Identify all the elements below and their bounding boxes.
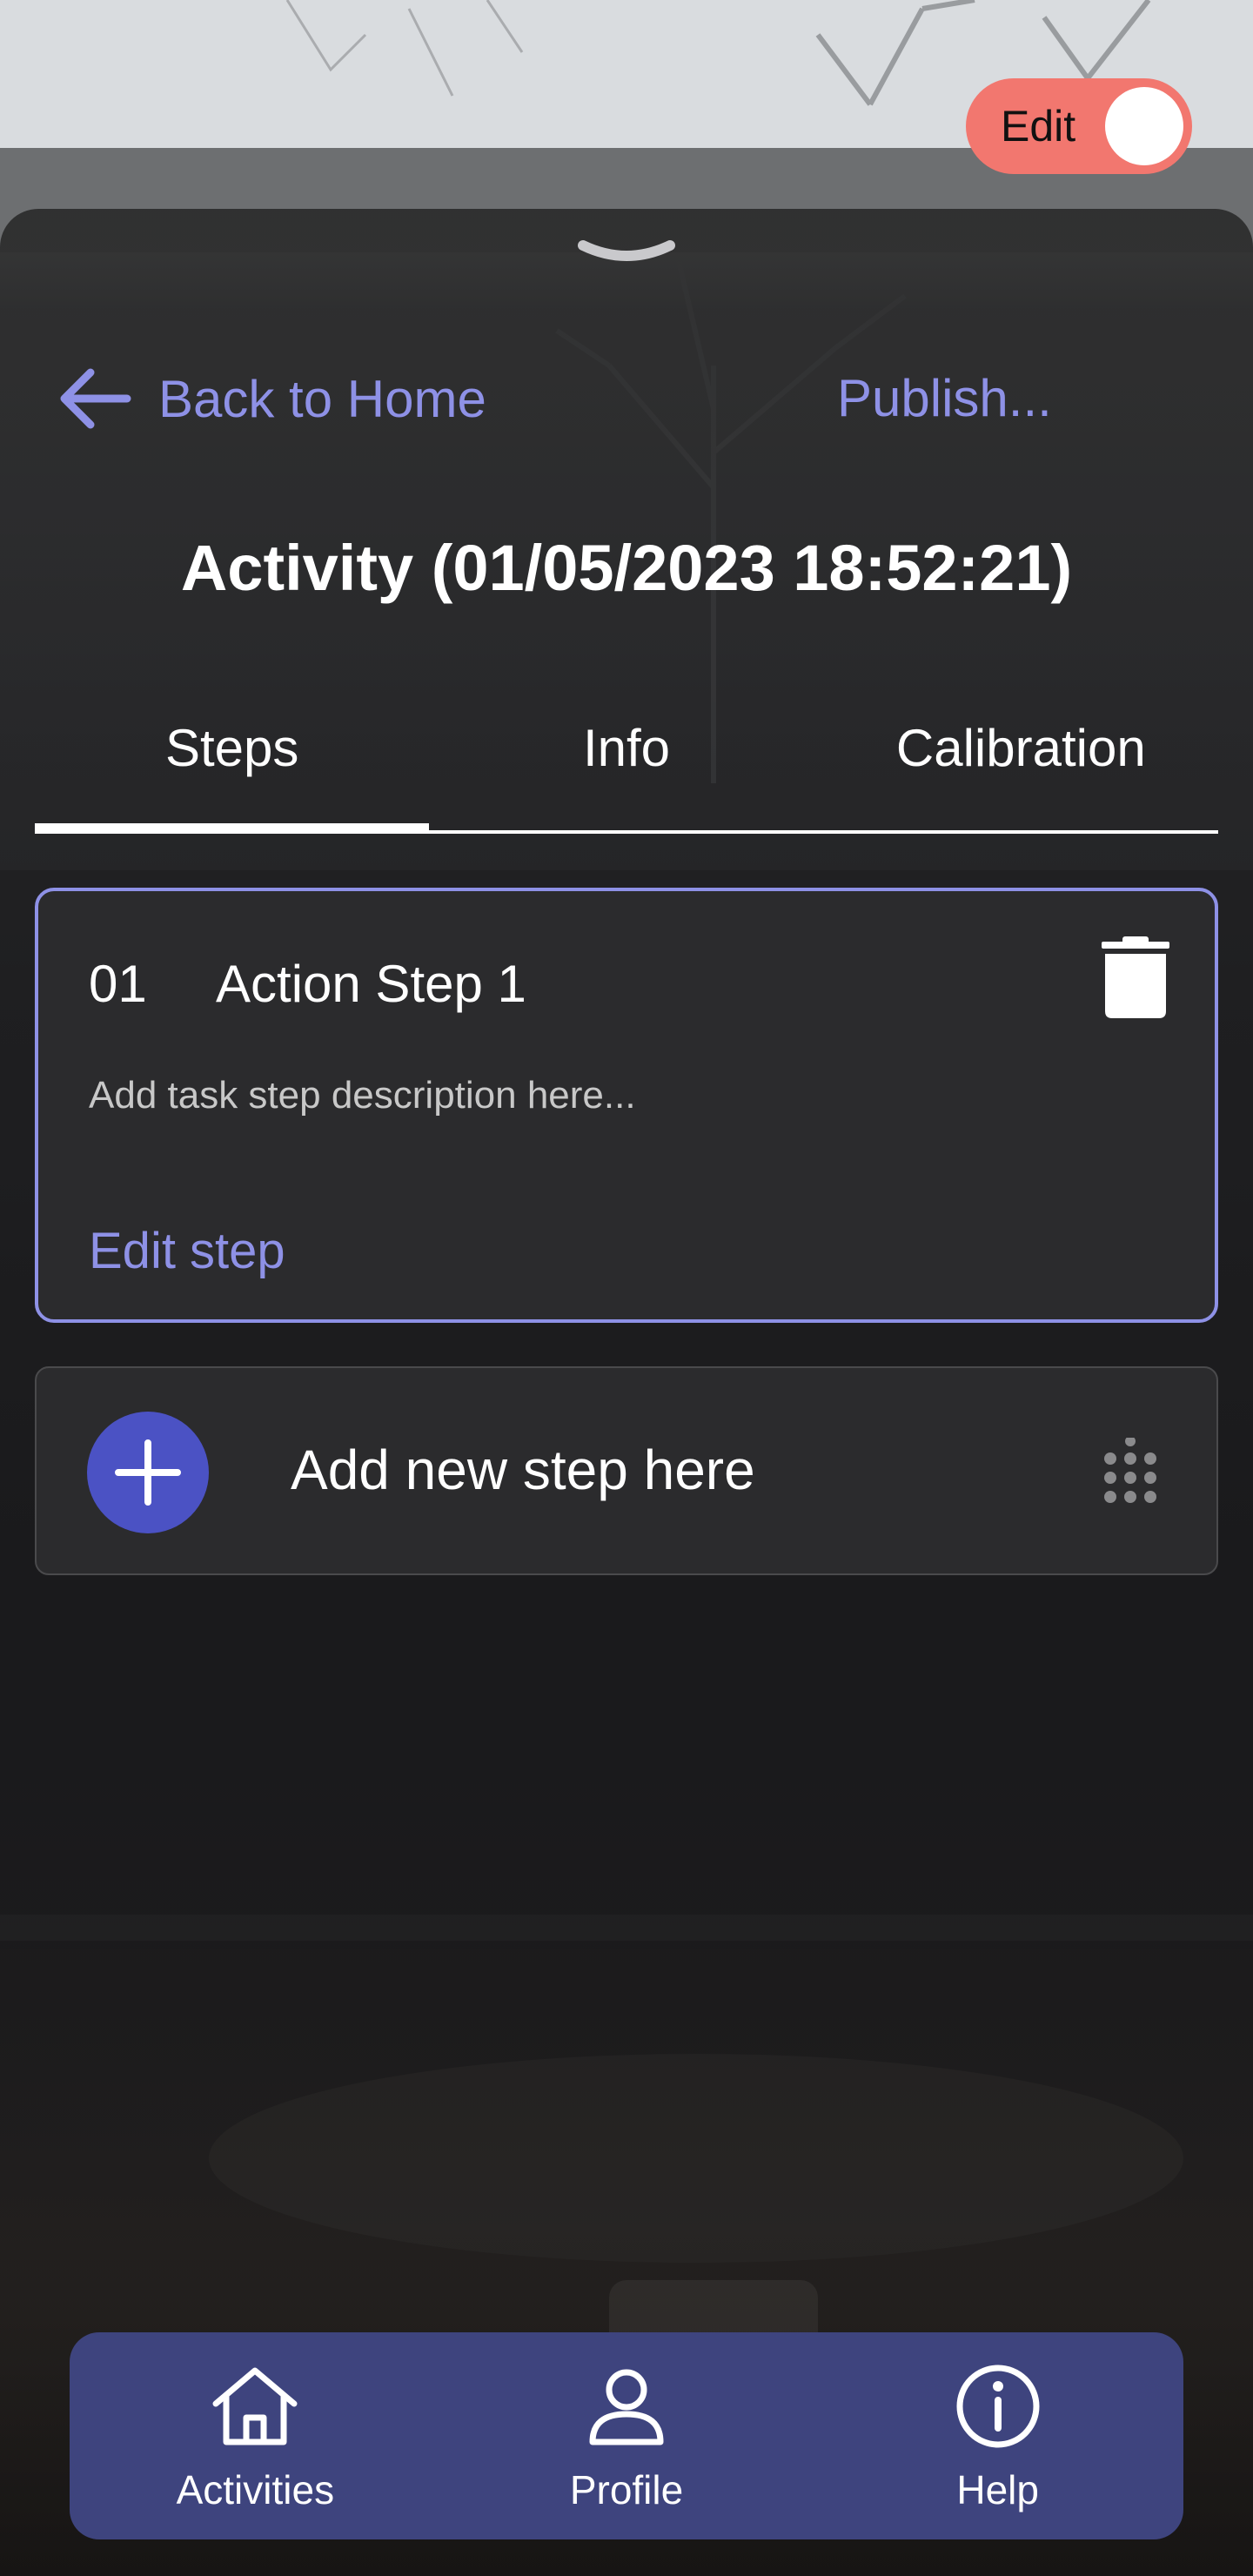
back-to-home-button[interactable]: Back to Home bbox=[56, 364, 486, 433]
step-title: Action Step 1 bbox=[216, 955, 526, 1013]
tab-info[interactable]: Info bbox=[429, 714, 823, 835]
add-step-label: Add new step here bbox=[291, 1439, 755, 1501]
edit-mode-toggle[interactable]: Edit bbox=[966, 78, 1192, 174]
tab-steps[interactable]: Steps bbox=[35, 714, 429, 835]
person-icon bbox=[589, 2369, 664, 2445]
nav-profile-label: Profile bbox=[569, 2467, 684, 2512]
app-screen: Edit Back to Home Publish... Activity (0… bbox=[0, 0, 1253, 2576]
back-to-home-label: Back to Home bbox=[158, 369, 486, 428]
step-number: 01 bbox=[89, 955, 147, 1013]
nav-help[interactable]: Help bbox=[812, 2332, 1183, 2539]
trash-icon[interactable] bbox=[1096, 935, 1175, 1022]
nav-activities-label: Activities bbox=[176, 2467, 335, 2512]
home-icon bbox=[212, 2367, 298, 2445]
toggle-knob bbox=[1105, 87, 1183, 165]
edit-toggle-label: Edit bbox=[1001, 102, 1076, 151]
nav-help-label: Help bbox=[956, 2467, 1039, 2512]
nav-activities[interactable]: Activities bbox=[70, 2332, 441, 2539]
info-icon bbox=[956, 2365, 1040, 2448]
nav-profile[interactable]: Profile bbox=[441, 2332, 813, 2539]
add-step-row[interactable]: Add new step here bbox=[35, 1366, 1218, 1575]
plus-icon bbox=[115, 1439, 181, 1506]
bottom-navigation: Activities Profile Help bbox=[70, 2332, 1183, 2539]
publish-button[interactable]: Publish... bbox=[837, 364, 1052, 433]
chevron-down-icon[interactable] bbox=[574, 237, 679, 272]
add-step-button[interactable] bbox=[87, 1412, 209, 1533]
edit-step-link[interactable]: Edit step bbox=[89, 1222, 285, 1280]
tab-bar: Steps Info Calibration bbox=[35, 714, 1218, 835]
page-title: Activity (01/05/2023 18:52:21) bbox=[180, 532, 1073, 604]
tab-calibration[interactable]: Calibration bbox=[824, 714, 1218, 835]
arrow-left-icon bbox=[60, 368, 131, 429]
active-tab-indicator bbox=[35, 823, 429, 832]
drag-grip-icon[interactable] bbox=[1100, 1438, 1161, 1516]
step-description: Add task step description here... bbox=[89, 1074, 636, 1117]
step-card[interactable]: 01 Action Step 1 Add task step descripti… bbox=[35, 888, 1218, 1323]
